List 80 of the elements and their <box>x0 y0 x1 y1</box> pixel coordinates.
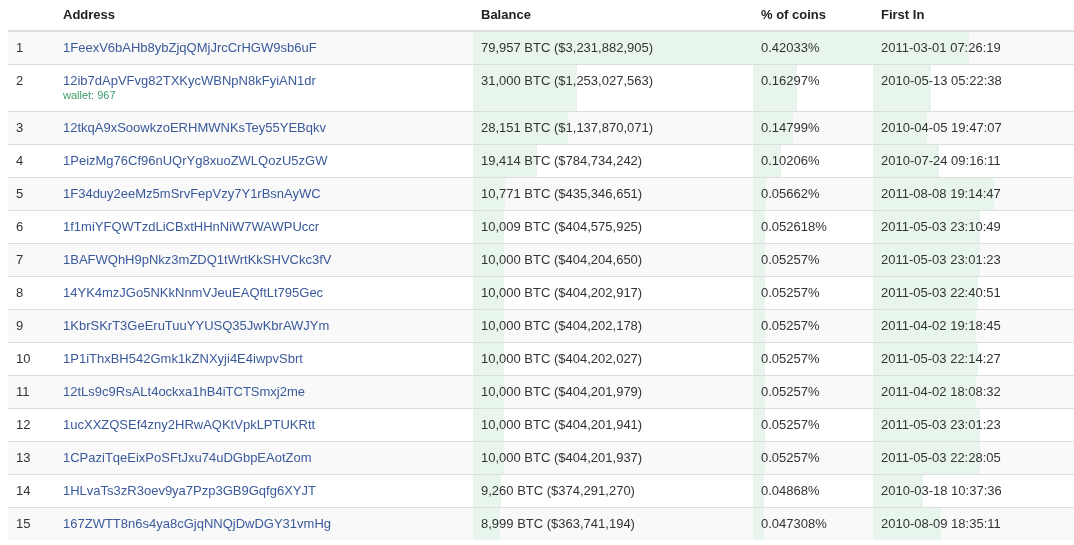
address-link[interactable]: 14YK4mzJGo5NKkNnmVJeuEAQftLt795Gec <box>63 285 324 300</box>
cell-text: 2011-08-08 19:14:47 <box>881 186 1001 201</box>
cell-text: 2011-05-03 23:01:23 <box>881 417 1001 432</box>
cell-text: 79,957 BTC ($3,231,882,905) <box>481 40 653 55</box>
cell-text: 0.05257% <box>761 351 820 366</box>
rank-cell: 12 <box>8 408 55 442</box>
column-header: Balance <box>481 6 531 22</box>
rank-cell: 7 <box>8 243 55 277</box>
address-link[interactable]: 1HLvaTs3zR3oev9ya7Pzp3GB9Gqfg6XYJT <box>63 483 316 498</box>
cell-text: 10,000 BTC ($404,202,917) <box>481 285 643 300</box>
cell-text: 2011-05-03 23:01:23 <box>881 252 1001 267</box>
address-link[interactable]: 12tLs9c9RsALt4ockxa1hB4iTCTSmxj2me <box>63 384 306 399</box>
address-link[interactable]: 1ucXXZQSEf4zny2HRwAQKtVpkLPTUKRtt <box>63 417 316 432</box>
rank-cell: 4 <box>8 144 55 178</box>
cell-text: 0.10206% <box>761 153 820 168</box>
cell-text: 10,009 BTC ($404,575,925) <box>481 219 643 234</box>
rank-cell: 5 <box>8 177 55 211</box>
cell-text: 0.052618% <box>761 219 827 234</box>
cell-text: 10,000 BTC ($404,201,941) <box>481 417 643 432</box>
rank-cell: 14 <box>8 474 55 508</box>
column-header: % of coins <box>761 6 826 22</box>
address-link[interactable]: 167ZWTT8n6s4ya8cGjqNNQjDwDGY31vmHg <box>63 516 332 531</box>
cell-text: 0.05257% <box>761 417 820 432</box>
address-link[interactable]: 1KbrSKrT3GeEruTuuYYUSQ35JwKbrAWJYm <box>63 318 330 333</box>
address-link[interactable]: 1f1miYFQWTzdLiCBxtHHnNiW7WAWPUccr <box>63 219 320 234</box>
address-link[interactable]: 12tkqA9xSoowkzoERHMWNKsTey55YEBqkv <box>63 120 326 135</box>
cell-text: 10,000 BTC ($404,204,650) <box>481 252 643 267</box>
wallet-label: wallet: 967 <box>63 89 117 102</box>
address-link[interactable]: 1BAFWQhH9pNkz3mZDQ1tWrtKkSHVCkc3fV <box>63 252 332 267</box>
cell-text: 0.42033% <box>761 40 820 55</box>
cell-text: 9,260 BTC ($374,291,270) <box>481 483 635 498</box>
address-link[interactable]: 1F34duy2eeMz5mSrvFepVzy7Y1rBsnAyWC <box>63 186 321 201</box>
cell-text: 2011-05-03 22:28:05 <box>881 450 1001 465</box>
cell-text: 0.04868% <box>761 483 820 498</box>
cell-text: 0.05257% <box>761 450 820 465</box>
cell-text: 2010-05-13 05:22:38 <box>881 73 1002 88</box>
cell-text: 0.05257% <box>761 285 820 300</box>
cell-text: 0.047308% <box>761 516 827 531</box>
rank-cell: 10 <box>8 342 55 376</box>
cell-text: 2011-03-01 07:26:19 <box>881 40 1001 55</box>
rank-cell: 1 <box>8 31 55 65</box>
rank-cell: 9 <box>8 309 55 343</box>
rank-cell: 8 <box>8 276 55 310</box>
cell-text: 10,000 BTC ($404,201,979) <box>481 384 643 399</box>
cell-text: 10,000 BTC ($404,202,027) <box>481 351 643 366</box>
cell-text: 0.05257% <box>761 318 820 333</box>
cell-text: 2010-08-09 18:35:11 <box>881 516 1001 531</box>
rank-cell: 15 <box>8 507 55 540</box>
rank-cell: 2 <box>8 64 55 112</box>
cell-text: 0.05257% <box>761 384 820 399</box>
column-header: First In <box>881 6 925 22</box>
cell-text: 10,000 BTC ($404,201,937) <box>481 450 643 465</box>
address-link[interactable]: 1FeexV6bAHb8ybZjqQMjJrcCrHGW9sb6uF <box>63 40 317 55</box>
cell-text: 2011-04-02 18:08:32 <box>881 384 1001 399</box>
rank-cell: 3 <box>8 111 55 145</box>
cell-text: 0.16297% <box>761 73 820 88</box>
cell-text: 10,771 BTC ($435,346,651) <box>481 186 643 201</box>
column-header: Address <box>63 6 116 22</box>
cell-text: 0.05662% <box>761 186 820 201</box>
rank-cell: 6 <box>8 210 55 244</box>
address-link[interactable]: 1CPaziTqeEixPoSFtJxu74uDGbpEAotZom <box>63 450 312 465</box>
cell-text: 0.05257% <box>761 252 820 267</box>
cell-text: 8,999 BTC ($363,741,194) <box>481 516 635 531</box>
cell-text: 10,000 BTC ($404,202,178) <box>481 318 643 333</box>
address-link[interactable]: 12ib7dApVFvg82TXKycWBNpN8kFyiAN1dr <box>63 73 316 88</box>
cell-text: 31,000 BTC ($1,253,027,563) <box>481 73 653 88</box>
cell-text: 2011-05-03 22:40:51 <box>881 285 1001 300</box>
address-link[interactable]: 1PeizMg76Cf96nUQrYg8xuoZWLQozU5zGW <box>63 153 328 168</box>
cell-text: 0.14799% <box>761 120 820 135</box>
cell-text: 2010-03-18 10:37:36 <box>881 483 1002 498</box>
cell-text: 2010-07-24 09:16:11 <box>881 153 1001 168</box>
cell-text: 2010-04-05 19:47:07 <box>881 120 1002 135</box>
cell-text: 2011-05-03 22:14:27 <box>881 351 1001 366</box>
cell-text: 19,414 BTC ($784,734,242) <box>481 153 643 168</box>
rank-cell: 13 <box>8 441 55 475</box>
cell-text: 2011-05-03 23:10:49 <box>881 219 1001 234</box>
rank-cell: 11 <box>8 375 55 409</box>
cell-text: 28,151 BTC ($1,137,870,071) <box>481 120 653 135</box>
address-link[interactable]: 1P1iThxBH542Gmk1kZNXyji4E4iwpvSbrt <box>63 351 303 366</box>
cell-text: 2011-04-02 19:18:45 <box>881 318 1001 333</box>
